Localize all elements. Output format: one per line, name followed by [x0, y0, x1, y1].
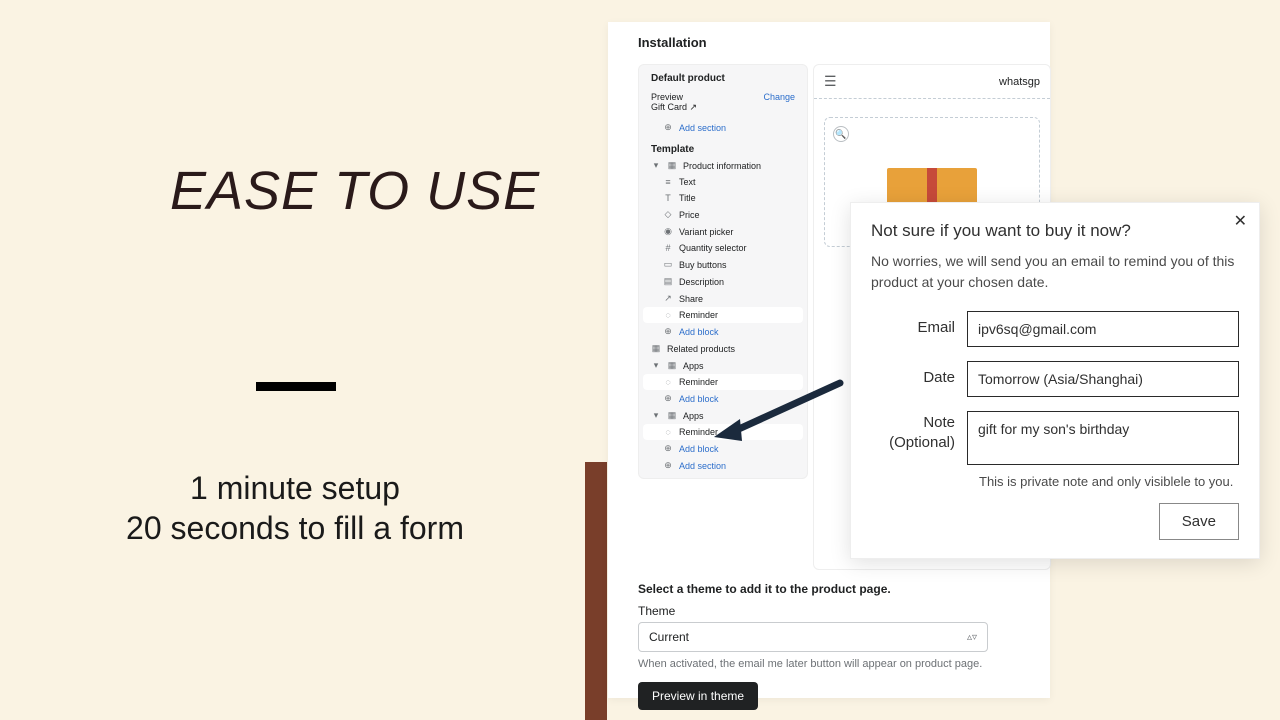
- tree-section-template: Template: [639, 136, 807, 157]
- tree-item-price[interactable]: ◇Price: [639, 206, 807, 223]
- subline-2: 20 seconds to fill a form: [0, 510, 590, 547]
- tree-item-reminder[interactable]: ◌Reminder: [643, 307, 803, 323]
- subline-1: 1 minute setup: [0, 470, 590, 507]
- tree-add-section-2[interactable]: ⊕Add section: [639, 457, 807, 474]
- section-icon: ▦: [651, 343, 661, 354]
- magnify-icon[interactable]: 🔍: [833, 126, 849, 142]
- tree-apps-reminder-2[interactable]: ◌Reminder: [643, 424, 803, 440]
- theme-tree: Default product Preview Change Gift Card…: [638, 64, 808, 479]
- email-input[interactable]: [967, 311, 1239, 347]
- section-icon: ▦: [667, 160, 677, 171]
- preview-in-theme-button[interactable]: Preview in theme: [638, 682, 758, 710]
- plus-icon: ⊕: [663, 460, 673, 471]
- divider: [256, 382, 336, 391]
- quantity-icon: #: [663, 243, 673, 253]
- tree-preview-label: Preview: [651, 92, 683, 102]
- panel-title: Installation: [638, 35, 707, 50]
- theme-select[interactable]: Current ▵▿: [638, 622, 988, 652]
- tree-product-info[interactable]: ▾ ▦ Product information: [639, 157, 807, 174]
- tree-add-block-2[interactable]: ⊕Add block: [639, 390, 807, 407]
- text-icon: ≡: [663, 177, 673, 187]
- reminder-modal: ✕ Not sure if you want to buy it now? No…: [850, 202, 1260, 559]
- variant-icon: ◉: [663, 226, 673, 237]
- tree-item-desc[interactable]: ▤Description: [639, 273, 807, 290]
- description-icon: ▤: [663, 276, 673, 287]
- reminder-icon: ◌: [663, 310, 673, 320]
- reminder-icon: ◌: [663, 427, 673, 437]
- reminder-icon: ◌: [663, 377, 673, 387]
- tree-item-title[interactable]: TTitle: [639, 190, 807, 206]
- tree-add-block-1[interactable]: ⊕Add block: [639, 323, 807, 340]
- buy-icon: ▭: [663, 259, 673, 270]
- chevron-down-icon: ▾: [651, 410, 661, 421]
- tree-change-link[interactable]: Change: [763, 92, 795, 102]
- select-caret-icon: ▵▿: [967, 632, 977, 643]
- theme-select-value: Current: [649, 630, 689, 644]
- tree-item-buy[interactable]: ▭Buy buttons: [639, 256, 807, 273]
- tree-add-section[interactable]: ⊕ Add section: [639, 119, 807, 136]
- plus-icon: ⊕: [663, 443, 673, 454]
- theme-hint: When activated, the email me later butto…: [638, 658, 1020, 670]
- price-icon: ◇: [663, 209, 673, 220]
- close-icon[interactable]: ✕: [1234, 211, 1247, 231]
- plus-icon: ⊕: [663, 326, 673, 337]
- save-button[interactable]: Save: [1159, 503, 1239, 540]
- tree-apps-reminder-1[interactable]: ◌Reminder: [643, 374, 803, 390]
- theme-label: Theme: [638, 604, 1020, 618]
- tree-related[interactable]: ▦Related products: [639, 340, 807, 357]
- apps-icon: ▦: [667, 410, 677, 421]
- tree-item-share[interactable]: ↗Share: [639, 290, 807, 307]
- date-select[interactable]: Tomorrow (Asia/Shanghai): [967, 361, 1239, 397]
- modal-body: No worries, we will send you an email to…: [871, 251, 1239, 293]
- chevron-down-icon: ▾: [651, 360, 661, 371]
- modal-title: Not sure if you want to buy it now?: [871, 221, 1239, 241]
- headline: EASE TO USE: [170, 160, 540, 222]
- note-input[interactable]: [967, 411, 1239, 465]
- tree-item-text[interactable]: ≡Text: [639, 174, 807, 190]
- tree-section-default: Default product: [639, 65, 807, 86]
- tree-apps-2[interactable]: ▾▦Apps: [639, 407, 807, 424]
- title-icon: T: [663, 193, 673, 203]
- tree-add-block-3[interactable]: ⊕Add block: [639, 440, 807, 457]
- apps-icon: ▦: [667, 360, 677, 371]
- share-icon: ↗: [663, 293, 673, 304]
- note-label: Note (Optional): [871, 411, 967, 452]
- theme-settings: Select a theme to add it to the product …: [638, 582, 1020, 710]
- email-label: Email: [871, 311, 967, 336]
- select-theme-heading: Select a theme to add it to the product …: [638, 582, 1020, 596]
- tree-item-variant[interactable]: ◉Variant picker: [639, 223, 807, 240]
- plus-icon: ⊕: [663, 393, 673, 404]
- private-note-hint: This is private note and only visiblele …: [979, 474, 1239, 489]
- tree-apps-1[interactable]: ▾▦Apps: [639, 357, 807, 374]
- date-label: Date: [871, 361, 967, 386]
- marketing-panel: EASE TO USE 1 minute setup 20 seconds to…: [0, 0, 590, 720]
- tree-gift-card[interactable]: Gift Card ↗: [639, 102, 807, 119]
- accent-bar: [585, 462, 607, 720]
- tree-item-qty[interactable]: #Quantity selector: [639, 240, 807, 256]
- chevron-down-icon: ▾: [651, 160, 661, 171]
- plus-icon: ⊕: [663, 122, 673, 133]
- menu-icon[interactable]: ☰: [824, 73, 837, 90]
- preview-brand: whatsgp: [999, 76, 1040, 88]
